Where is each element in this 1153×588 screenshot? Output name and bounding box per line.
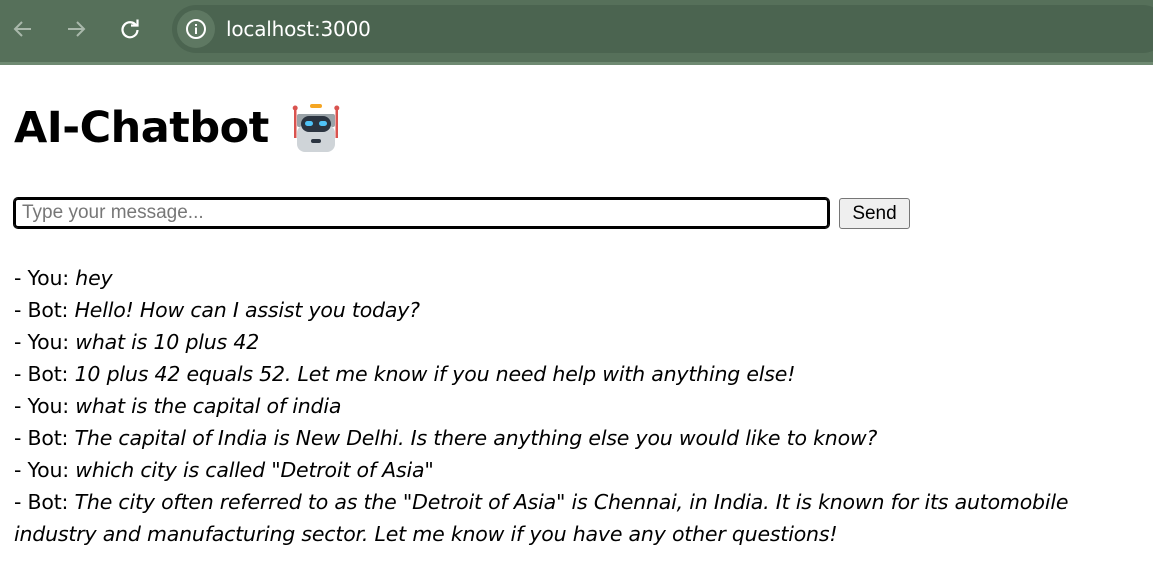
chat-message: - You: hey (14, 262, 1139, 294)
chat-message: - Bot: The city often referred to as the… (14, 486, 1139, 550)
message-text: what is the capital of india (75, 394, 342, 418)
message-sender: - You: (14, 330, 76, 354)
message-text: The capital of India is New Delhi. Is th… (74, 426, 878, 450)
chat-log: - You: hey - Bot: Hello! How can I assis… (14, 262, 1139, 550)
url-text: localhost:3000 (226, 17, 371, 41)
message-sender: - Bot: (14, 298, 75, 322)
reload-button[interactable] (113, 12, 147, 46)
message-sender: - You: (14, 266, 76, 290)
page-title-text: AI-Chatbot (14, 103, 269, 153)
site-info-button[interactable] (177, 10, 215, 48)
message-sender: - Bot: (14, 362, 75, 386)
forward-button[interactable] (59, 12, 93, 46)
chat-message: - Bot: 10 plus 42 equals 52. Let me know… (14, 358, 1139, 390)
message-text: which city is called "Detroit of Asia" (75, 458, 434, 482)
message-sender: - You: (14, 458, 76, 482)
address-bar[interactable]: localhost:3000 (172, 5, 1153, 53)
chat-message: - You: what is the capital of india (14, 390, 1139, 422)
chat-message: - You: which city is called "Detroit of … (14, 454, 1139, 486)
arrow-left-icon (13, 21, 31, 37)
message-sender: - You: (14, 394, 76, 418)
send-button[interactable]: Send (839, 198, 910, 229)
arrow-right-icon (68, 21, 86, 37)
page-title: AI-Chatbot (14, 102, 341, 154)
message-text: hey (75, 266, 113, 290)
message-sender: - Bot: (14, 426, 75, 450)
back-button[interactable] (6, 12, 40, 46)
message-input[interactable] (13, 197, 830, 229)
reload-icon (121, 19, 139, 39)
message-text: Hello! How can I assist you today? (74, 298, 420, 322)
message-text: what is 10 plus 42 (75, 330, 260, 354)
message-text: The city often referred to as the "Detro… (14, 490, 1069, 546)
chat-message: - Bot: Hello! How can I assist you today… (14, 294, 1139, 326)
message-sender: - Bot: (14, 490, 75, 514)
chat-message: - You: what is 10 plus 42 (14, 326, 1139, 358)
robot-emoji-icon (292, 104, 340, 152)
info-icon (186, 19, 206, 39)
browser-toolbar: localhost:3000 (0, 0, 1153, 65)
chat-message: - Bot: The capital of India is New Delhi… (14, 422, 1139, 454)
message-text: 10 plus 42 equals 52. Let me know if you… (74, 362, 796, 386)
